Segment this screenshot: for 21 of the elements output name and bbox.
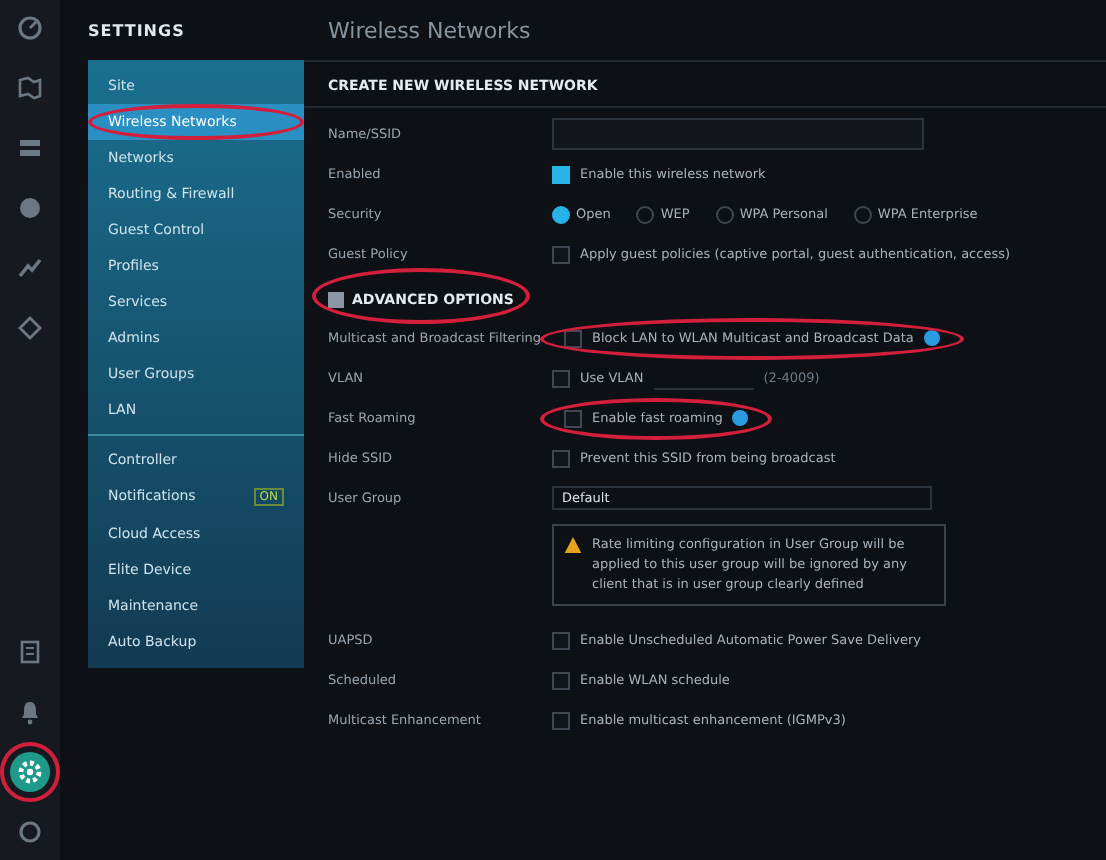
checkbox[interactable] (552, 671, 570, 690)
checkbox[interactable] (564, 409, 582, 427)
expand-checkbox[interactable] (328, 292, 344, 308)
checkbox[interactable] (552, 631, 570, 650)
checkbox[interactable] (552, 449, 570, 467)
ssid-field[interactable] (552, 118, 924, 150)
info-icon[interactable] (923, 330, 940, 346)
checkbox[interactable] (552, 165, 570, 183)
radio-button[interactable] (715, 205, 734, 223)
warning-icon (564, 536, 582, 554)
checkbox[interactable] (564, 329, 582, 347)
radio-button[interactable] (552, 205, 570, 223)
sidebar-title: SETTINGS (86, 19, 187, 43)
radio-button[interactable] (853, 205, 872, 223)
info-icon[interactable] (732, 410, 749, 426)
checkbox[interactable] (552, 711, 570, 730)
checkbox[interactable] (552, 369, 570, 387)
checkbox[interactable] (552, 245, 570, 263)
radio-button[interactable] (636, 205, 655, 223)
page-title: Wireless Networks (304, 0, 1106, 62)
settings-icon[interactable] (10, 752, 50, 792)
